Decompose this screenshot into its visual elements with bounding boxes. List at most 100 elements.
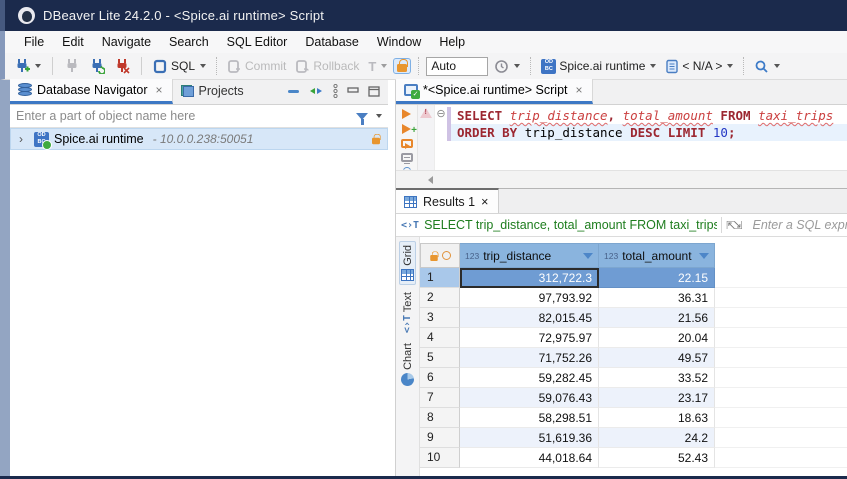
- menu-help[interactable]: Help: [430, 32, 474, 52]
- connect-button[interactable]: [61, 56, 83, 76]
- cell-total-amount[interactable]: 33.52: [599, 368, 715, 388]
- sql-text-area[interactable]: SELECT trip_distance, total_amount FROM …: [447, 105, 847, 170]
- maximize-view-icon[interactable]: [368, 86, 380, 97]
- row-number-cell[interactable]: 2: [420, 288, 460, 308]
- execute-script-icon[interactable]: [401, 139, 413, 148]
- tab-database-navigator[interactable]: Database Navigator ×: [10, 79, 173, 104]
- reconnect-button[interactable]: [86, 56, 108, 76]
- cell-total-amount[interactable]: 49.57: [599, 348, 715, 368]
- scroll-left-icon[interactable]: [428, 176, 433, 184]
- object-filter-input[interactable]: [16, 109, 350, 123]
- link-with-editor-icon[interactable]: [309, 86, 324, 96]
- row-number-cell[interactable]: 8: [420, 408, 460, 428]
- chevron-down-icon[interactable]: [376, 114, 382, 118]
- cell-total-amount[interactable]: 22.15: [599, 268, 715, 288]
- menu-sql-editor[interactable]: SQL Editor: [218, 32, 297, 52]
- sql-code-line[interactable]: SELECT trip_distance, total_amount FROM …: [447, 107, 847, 124]
- cell-total-amount[interactable]: 23.17: [599, 388, 715, 408]
- grid-row-7[interactable]: 759,076.4323.17: [420, 388, 847, 408]
- row-number-cell[interactable]: 1: [420, 268, 460, 288]
- warning-icon[interactable]: [420, 108, 432, 118]
- grid-corner-cell[interactable]: [420, 243, 460, 268]
- fold-collapse-icon[interactable]: ⊖: [436, 108, 445, 120]
- sort-desc-icon[interactable]: [583, 253, 593, 259]
- grid-row-4[interactable]: 472,975.9720.04: [420, 328, 847, 348]
- close-icon[interactable]: ×: [481, 195, 488, 209]
- cell-trip-distance[interactable]: 51,619.36: [460, 428, 599, 448]
- column-header-total-amount[interactable]: 123 total_amount: [599, 243, 715, 268]
- grid-row-5[interactable]: 571,752.2649.57: [420, 348, 847, 368]
- sort-desc-icon[interactable]: [699, 253, 709, 259]
- commit-button[interactable]: Commit: [224, 57, 289, 76]
- cell-trip-distance[interactable]: 312,722.3: [460, 268, 599, 288]
- editor-hscrollbar[interactable]: [396, 170, 847, 188]
- menu-file[interactable]: File: [15, 32, 53, 52]
- new-connection-button[interactable]: [11, 56, 44, 76]
- grid-row-9[interactable]: 951,619.3624.2: [420, 428, 847, 448]
- execute-new-tab-icon[interactable]: [402, 124, 411, 134]
- cell-trip-distance[interactable]: 71,752.26: [460, 348, 599, 368]
- cell-total-amount[interactable]: 24.2: [599, 428, 715, 448]
- close-icon[interactable]: ×: [576, 83, 583, 97]
- cell-trip-distance[interactable]: 97,793.92: [460, 288, 599, 308]
- tab-chart[interactable]: Chart: [400, 340, 415, 389]
- grid-row-3[interactable]: 382,015.4521.56: [420, 308, 847, 328]
- menu-window[interactable]: Window: [368, 32, 430, 52]
- menu-search[interactable]: Search: [160, 32, 218, 52]
- cell-trip-distance[interactable]: 58,298.51: [460, 408, 599, 428]
- row-number-cell[interactable]: 6: [420, 368, 460, 388]
- active-connection-selector[interactable]: ODBC Spice.ai runtime: [538, 57, 659, 76]
- row-number-cell[interactable]: 3: [420, 308, 460, 328]
- row-number-cell[interactable]: 4: [420, 328, 460, 348]
- collapse-all-icon[interactable]: [288, 87, 300, 95]
- minimize-view-icon[interactable]: [347, 86, 359, 96]
- tab-grid[interactable]: Grid: [399, 241, 416, 285]
- cell-total-amount[interactable]: 36.31: [599, 288, 715, 308]
- tree-item-connection[interactable]: › ODBC Spice.ai runtime - 10.0.0.238:500…: [10, 128, 388, 150]
- row-number-cell[interactable]: 7: [420, 388, 460, 408]
- menu-database[interactable]: Database: [296, 32, 368, 52]
- tab-sql-script[interactable]: *<Spice.ai runtime> Script ×: [396, 79, 593, 104]
- cell-trip-distance[interactable]: 59,282.45: [460, 368, 599, 388]
- sql-code-line[interactable]: ORDER BY trip_distance DESC LIMIT 10;: [447, 124, 847, 141]
- menu-edit[interactable]: Edit: [53, 32, 93, 52]
- grid-row-8[interactable]: 858,298.5118.63: [420, 408, 847, 428]
- view-menu-icon[interactable]: [333, 84, 338, 98]
- expander-icon[interactable]: ›: [19, 132, 29, 146]
- row-number-cell[interactable]: 5: [420, 348, 460, 368]
- execute-statement-icon[interactable]: [402, 109, 411, 119]
- cell-trip-distance[interactable]: 59,076.43: [460, 388, 599, 408]
- cell-total-amount[interactable]: 21.56: [599, 308, 715, 328]
- row-number-cell[interactable]: 9: [420, 428, 460, 448]
- cell-total-amount[interactable]: 18.63: [599, 408, 715, 428]
- expand-arrows-icon[interactable]: ⇱⇲: [726, 219, 740, 232]
- search-button[interactable]: [751, 57, 783, 76]
- active-schema-selector[interactable]: < N/A >: [662, 57, 736, 76]
- commit-mode-combo[interactable]: Auto: [426, 57, 488, 76]
- grid-row-10[interactable]: 1044,018.6452.43: [420, 448, 847, 468]
- tab-projects[interactable]: Projects: [173, 79, 253, 104]
- transaction-mode-button[interactable]: T: [365, 57, 390, 76]
- cell-total-amount[interactable]: 20.04: [599, 328, 715, 348]
- row-number-cell[interactable]: 10: [420, 448, 460, 468]
- grid-row-2[interactable]: 297,793.9236.31: [420, 288, 847, 308]
- cell-trip-distance[interactable]: 44,018.64: [460, 448, 599, 468]
- rollback-button[interactable]: Rollback: [292, 57, 362, 76]
- transaction-log-button[interactable]: [491, 57, 523, 76]
- filter-funnel-icon[interactable]: [356, 113, 368, 120]
- connection-lock-button[interactable]: [393, 58, 411, 74]
- grid-row-6[interactable]: 659,282.4533.52: [420, 368, 847, 388]
- cell-trip-distance[interactable]: 82,015.45: [460, 308, 599, 328]
- sql-expression-input[interactable]: [753, 218, 847, 232]
- cell-total-amount[interactable]: 52.43: [599, 448, 715, 468]
- panel-sash[interactable]: [388, 80, 395, 476]
- cell-trip-distance[interactable]: 72,975.97: [460, 328, 599, 348]
- explain-plan-icon[interactable]: [401, 153, 413, 162]
- grid-row-1[interactable]: 1312,722.322.15: [420, 268, 847, 288]
- tab-text[interactable]: Text <›T: [401, 289, 415, 336]
- column-header-trip-distance[interactable]: 123 trip_distance: [460, 243, 599, 268]
- menu-navigate[interactable]: Navigate: [93, 32, 160, 52]
- sql-editor-button[interactable]: SQL: [150, 57, 209, 76]
- disconnect-button[interactable]: [111, 56, 133, 76]
- tab-results-1[interactable]: Results 1 ×: [396, 188, 499, 213]
